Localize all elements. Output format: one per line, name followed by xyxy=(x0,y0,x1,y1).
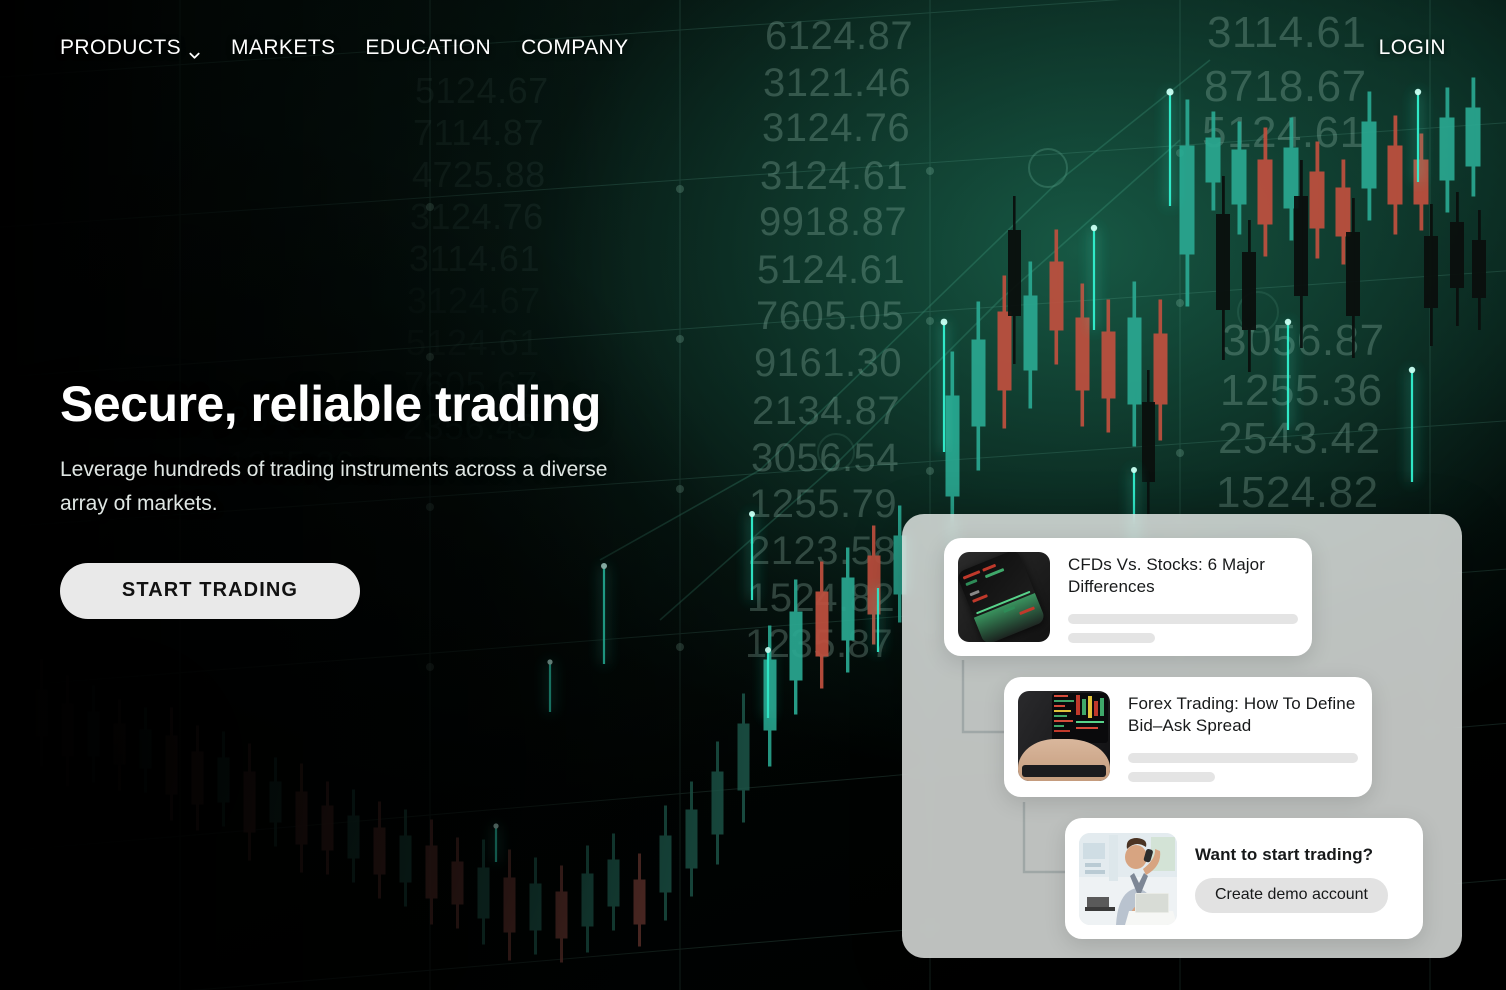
article-card-cfds-vs-stocks[interactable]: CFDs Vs. Stocks: 6 Major Differences xyxy=(944,538,1312,656)
nav-item-education[interactable]: EDUCATION xyxy=(365,36,491,60)
nav-item-products[interactable]: PRODUCTS xyxy=(60,36,201,60)
nav-item-markets[interactable]: MARKETS xyxy=(231,36,335,60)
skeleton-line xyxy=(1128,772,1216,783)
article-card-body: CFDs Vs. Stocks: 6 Major Differences xyxy=(1068,552,1298,644)
article-card-body: Forex Trading: How To Define Bid–Ask Spr… xyxy=(1128,691,1358,783)
cta-thumbnail-businessman-phone xyxy=(1079,832,1177,925)
hero-subtitle: Leverage hundreds of trading instruments… xyxy=(60,457,608,515)
login-link[interactable]: LOGIN xyxy=(1379,36,1446,60)
nav-right: LOGIN xyxy=(1379,36,1446,60)
nav-item-label: COMPANY xyxy=(521,36,629,59)
nav-item-label: PRODUCTS xyxy=(60,36,182,59)
nav-item-label: MARKETS xyxy=(231,36,336,59)
skeleton-line xyxy=(1068,614,1298,625)
create-demo-account-button[interactable]: Create demo account xyxy=(1195,877,1388,913)
nav-item-label: EDUCATION xyxy=(365,36,492,59)
hero-content: Secure, reliable trading Leverage hundre… xyxy=(60,378,700,619)
article-thumbnail-keyboard-trading xyxy=(1018,691,1110,781)
article-title: Forex Trading: How To Define Bid–Ask Spr… xyxy=(1128,694,1356,736)
start-trading-button[interactable]: START TRADING xyxy=(60,562,360,619)
cta-card-body: Want to start trading? Create demo accou… xyxy=(1195,845,1409,913)
cta-card-start-trading[interactable]: Want to start trading? Create demo accou… xyxy=(1065,818,1423,939)
hero-title: Secure, reliable trading xyxy=(60,376,601,432)
nav-links: PRODUCTS MARKETS EDUCATION COMPANY xyxy=(60,36,629,60)
skeleton-line xyxy=(1128,753,1358,764)
skeleton-line xyxy=(1068,633,1156,644)
chevron-down-icon xyxy=(188,44,201,59)
article-title: CFDs Vs. Stocks: 6 Major Differences xyxy=(1068,555,1265,597)
article-thumbnail-smartphone-chart xyxy=(958,552,1050,642)
article-card-forex-bid-ask[interactable]: Forex Trading: How To Define Bid–Ask Spr… xyxy=(1004,677,1372,797)
nav-item-company[interactable]: COMPANY xyxy=(521,36,628,60)
main-navigation: PRODUCTS MARKETS EDUCATION COMPANY LOGIN xyxy=(0,0,1506,96)
login-label: LOGIN xyxy=(1378,36,1446,59)
cta-card-title: Want to start trading? xyxy=(1195,844,1374,864)
